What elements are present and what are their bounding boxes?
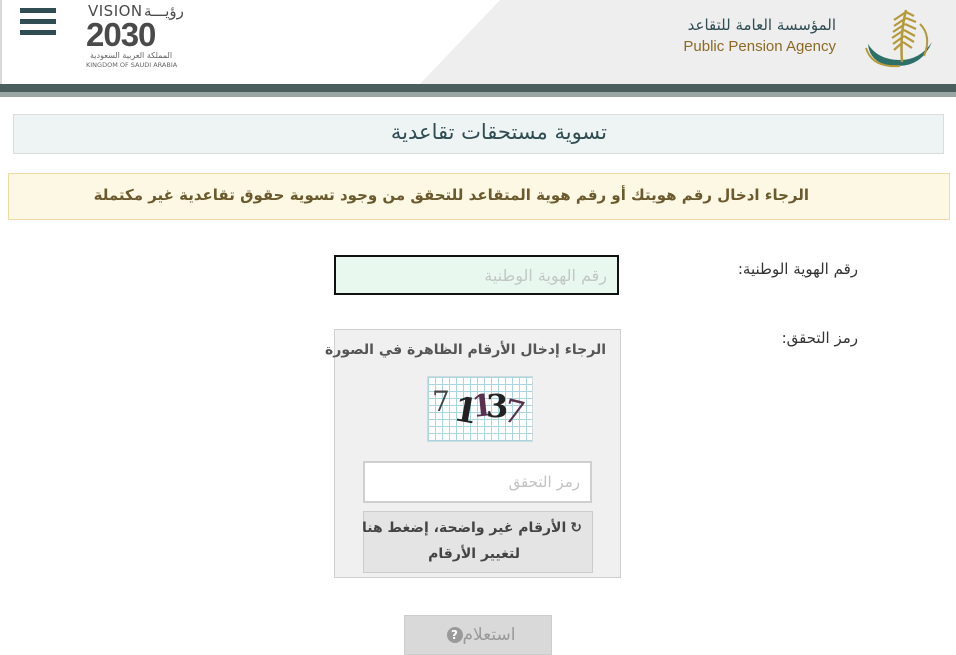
notice-alert: الرجاء ادخال رقم هويتك أو رقم هوية المتق… <box>8 173 950 220</box>
notice-text: الرجاء ادخال رقم هويتك أو رقم هوية المتق… <box>93 186 809 204</box>
inquiry-label: استعلام <box>462 625 516 645</box>
header-band-light <box>0 92 956 97</box>
inquiry-button[interactable]: ? استعلام <box>404 615 552 655</box>
header: VISION رؤيـــة 2030 المملكة العربية السع… <box>0 0 956 84</box>
id-label: رقم الهوية الوطنية: <box>737 260 858 278</box>
header-band <box>0 84 956 92</box>
national-id-input[interactable] <box>334 255 619 295</box>
question-circle-icon: ? <box>446 627 463 643</box>
captcha-digit: 7 <box>432 385 450 418</box>
refresh-icon: ↻ <box>570 520 582 536</box>
agency-name: المؤسسة العامة للتقاعد Public Pension Ag… <box>660 16 836 55</box>
vision-year: 2030 <box>86 16 156 53</box>
captcha-input[interactable] <box>363 461 592 503</box>
page-title-bar: تسوية مستحقات تقاعدية <box>13 114 944 154</box>
vision-2030-logo: VISION رؤيـــة 2030 المملكة العربية السع… <box>86 2 190 70</box>
refresh-line1: الأرقام غير واضحة، إضغط هنا <box>361 520 567 536</box>
kingdom-ar: المملكة العربية السعودية <box>90 51 173 60</box>
captcha-panel: الرجاء إدخال الأرقام الظاهرة في الصورة 7… <box>325 329 621 578</box>
captcha-label: رمز التحقق: <box>781 329 858 347</box>
agency-name-ar: المؤسسة العامة للتقاعد <box>687 16 836 34</box>
captcha-image: 7 1 1 3 7 <box>427 376 533 442</box>
hamburger-menu-icon[interactable] <box>20 8 58 36</box>
kingdom-en: KINGDOM OF SAUDI ARABIA <box>86 61 178 69</box>
refresh-captcha-button[interactable]: ↻الأرقام غير واضحة، إضغط هنا لتغيير الأر… <box>361 511 593 573</box>
page-title: تسوية مستحقات تقاعدية <box>390 120 607 144</box>
agency-logo-icon <box>865 9 932 68</box>
agency-name-en: Public Pension Agency <box>683 38 836 55</box>
header-divider <box>0 0 2 84</box>
captcha-hint: الرجاء إدخال الأرقام الظاهرة في الصورة <box>325 342 606 358</box>
refresh-line2: لتغيير الأرقام <box>428 546 520 562</box>
